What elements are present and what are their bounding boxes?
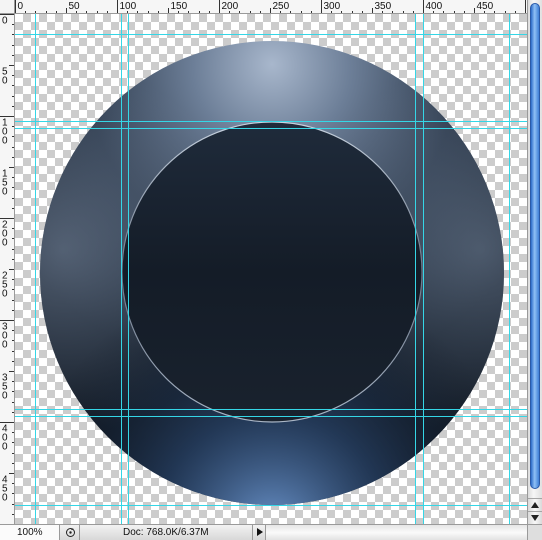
zoom-level-field[interactable]: 100%: [0, 525, 60, 540]
ruler-label: 100: [120, 1, 137, 12]
ruler-label: 50: [69, 1, 81, 12]
horizontal-ruler[interactable]: 05010015020025030035040045050: [15, 0, 527, 14]
doc-size-text: Doc: 768.0K/6.37M: [123, 527, 209, 538]
resize-corner[interactable]: [527, 525, 542, 540]
inner-disc: [121, 121, 423, 423]
ruler-label: 0: [2, 340, 8, 351]
document-size-info: Doc: 768.0K/6.37M: [80, 525, 252, 540]
photoshop-document-window: 05010015020025030035040045050 0501001502…: [0, 0, 542, 540]
ruler-label: 150: [171, 1, 188, 12]
ruler-label: 400: [426, 1, 443, 12]
ruler-label: 450: [477, 1, 494, 12]
ruler-label: 0: [2, 187, 8, 198]
triangle-right-icon: [257, 528, 263, 536]
zoom-level-value: 100%: [17, 527, 43, 538]
ruler-label: 0: [2, 289, 8, 300]
status-bar: 100% Doc: 768.0K/6.37M: [0, 524, 542, 540]
document-canvas[interactable]: [15, 14, 527, 524]
status-menu-button[interactable]: [252, 525, 266, 540]
vertical-ruler[interactable]: 0501001502002503003504004505: [0, 14, 15, 524]
rotate-view-button[interactable]: [61, 525, 80, 540]
rotate-view-icon: [66, 528, 75, 537]
ruler-label: 350: [375, 1, 392, 12]
arrow-up-icon: [531, 502, 539, 508]
ruler-label: 0: [18, 1, 24, 12]
vertical-scroll-thumb[interactable]: [530, 3, 540, 489]
ruler-label: 250: [273, 1, 290, 12]
vertical-scrollbar[interactable]: [527, 0, 542, 524]
ruler-label: 0: [2, 493, 8, 504]
ruler-label: 0: [2, 442, 8, 453]
ruler-label: 0: [2, 238, 8, 249]
ruler-label: 0: [2, 391, 8, 402]
horizontal-scrollbar[interactable]: [266, 525, 527, 540]
ruler-label: 300: [324, 1, 341, 12]
scroll-down-button[interactable]: [528, 511, 542, 524]
ruler-origin[interactable]: [0, 0, 15, 14]
scroll-up-button[interactable]: [528, 498, 542, 511]
ruler-label: 0: [2, 76, 8, 87]
ruler-label: 0: [2, 136, 8, 147]
ruler-label: 0: [2, 16, 8, 27]
orb-button-artwork: [40, 41, 504, 505]
arrow-down-icon: [531, 515, 539, 521]
ruler-label: 200: [222, 1, 239, 12]
